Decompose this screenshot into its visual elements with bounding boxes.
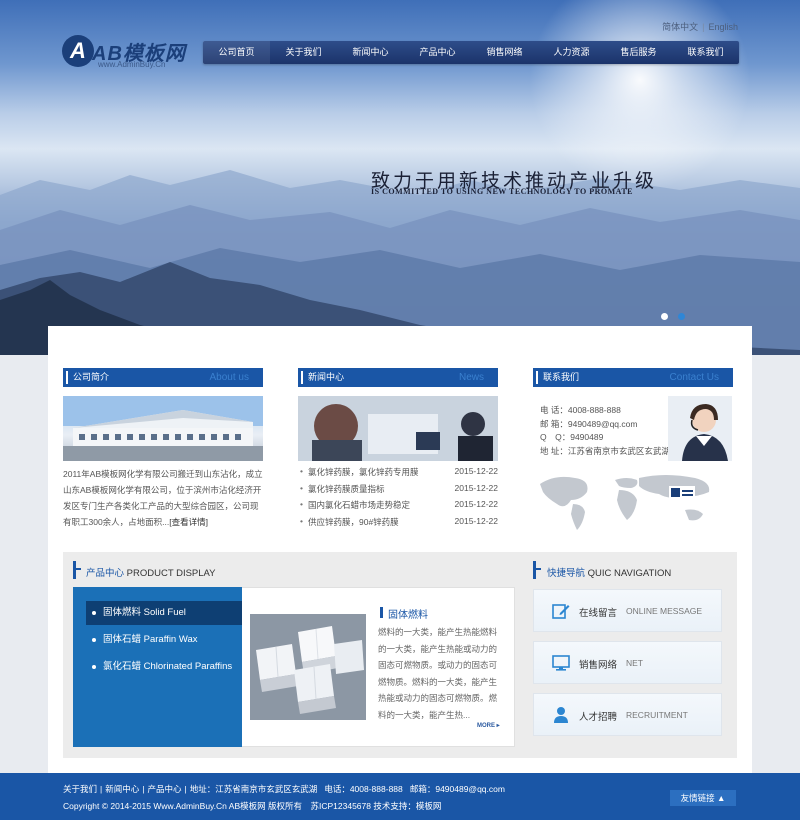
contact-info: 电 话：4008-888-888 邮 箱：9490489@qq.com Q Q：… bbox=[540, 404, 670, 458]
site-footer: 关于我们 | 新闻中心 | 产品中心 | 地址：江苏省南京市玄武区玄武湖 电话：4008-8… bbox=[0, 773, 800, 820]
footer-link-about[interactable]: 关于我们 bbox=[63, 784, 97, 794]
footer-divider: | bbox=[142, 784, 145, 794]
nav-home[interactable]: 公司首页 bbox=[203, 41, 270, 64]
product-section-title: 产品中心 PRODUCT DISPLAY bbox=[86, 565, 216, 579]
friend-links-button[interactable]: 友情链接 ▲ bbox=[670, 790, 736, 806]
news-image[interactable] bbox=[298, 396, 498, 461]
footer-email: 邮箱：9490489@qq.com bbox=[409, 784, 505, 794]
contact-phone: 电 话：4008-888-888 bbox=[540, 405, 621, 415]
news-list: 氯化锌药膜，氯化锌药专用膜 2015-12-22 氯化锌药膜质量指标 2015-12… bbox=[298, 466, 498, 532]
news-heading: 新闻中心 News bbox=[298, 368, 498, 387]
slider-dot-1[interactable] bbox=[661, 313, 668, 320]
news-item[interactable]: 氯化锌药膜质量指标 2015-12-22 bbox=[298, 483, 498, 500]
quicknav-section-marker bbox=[533, 561, 541, 579]
contact-title: 联系我们 bbox=[543, 372, 580, 382]
logo-mark-icon: A bbox=[62, 35, 94, 67]
quicknav-item-en: ONLINE MESSAGE bbox=[626, 606, 703, 616]
about-more-link[interactable]: [查看详情] bbox=[169, 517, 208, 527]
contact-address: 地 址：江苏省南京市玄武区玄武湖 bbox=[540, 445, 670, 456]
product-section-marker bbox=[73, 561, 81, 579]
news-item-title[interactable]: 氯化锌药膜，氯化锌药专用膜 bbox=[298, 466, 419, 483]
footer-phone: 电话：4008-888-888 bbox=[324, 784, 403, 794]
logo-subtitle: www.AdminBuy.Cn bbox=[98, 60, 166, 69]
about-title: 公司简介 bbox=[73, 372, 110, 382]
product-more-link[interactable]: MORE ▸ bbox=[477, 722, 500, 729]
footer-divider: | bbox=[100, 784, 103, 794]
more-arrow-icon: ▸ bbox=[496, 723, 500, 729]
nav-about[interactable]: 关于我们 bbox=[270, 41, 337, 64]
footer-link-news[interactable]: 新闻中心 bbox=[105, 784, 139, 794]
lang-english-link[interactable]: English bbox=[708, 22, 738, 32]
contact-email: 邮 箱：9490489@qq.com bbox=[540, 418, 638, 429]
quicknav-recruitment[interactable]: 人才招聘 RECRUITMENT bbox=[533, 693, 722, 736]
contact-title-en[interactable]: Contact Us bbox=[670, 368, 719, 387]
about-text: 2011年AB模板网化学有限公司搬迁到山东沾化，成立山东AB模板网化学有限公司，… bbox=[63, 469, 263, 527]
news-title-en[interactable]: News bbox=[459, 368, 484, 387]
nav-sales-network[interactable]: 销售网络 bbox=[471, 41, 538, 64]
news-item-date: 2015-12-22 bbox=[454, 482, 498, 493]
slider-dot-2[interactable] bbox=[678, 313, 685, 320]
quicknav-item-en: RECRUITMENT bbox=[626, 710, 688, 720]
about-heading: 公司简介 About us bbox=[63, 368, 263, 387]
product-title-cn: 产品中心 bbox=[86, 568, 125, 579]
edit-icon bbox=[552, 604, 570, 619]
product-image[interactable] bbox=[250, 614, 366, 720]
news-item[interactable]: 国内氯化石蜡市场走势稳定 2015-12-22 bbox=[298, 499, 498, 516]
product-feature-title[interactable]: 固体燃料 bbox=[380, 606, 428, 621]
news-item-date: 2015-12-22 bbox=[454, 466, 498, 476]
contact-heading: 联系我们 Contact Us bbox=[533, 368, 733, 387]
about-paragraph: 2011年AB模板网化学有限公司搬迁到山东沾化，成立山东AB模板网化学有限公司，… bbox=[63, 466, 265, 530]
product-category-chlorinated-paraffins[interactable]: 氯化石蜡 Chlorinated Paraffins bbox=[86, 655, 242, 679]
quicknav-title-cn: 快捷导航 bbox=[547, 568, 586, 579]
product-category-paraffin-wax[interactable]: 固体石蜡 Paraffin Wax bbox=[86, 628, 242, 652]
monitor-icon bbox=[552, 655, 570, 671]
quicknav-section-title: 快捷导航 QUIC NAVIGATION bbox=[547, 565, 671, 579]
nav-products[interactable]: 产品中心 bbox=[404, 41, 471, 64]
main-navigation: 公司首页 关于我们 新闻中心 产品中心 销售网络 人力资源 售后服务 联系我们 bbox=[203, 41, 739, 64]
world-map-image bbox=[540, 475, 710, 530]
about-title-en[interactable]: About us bbox=[210, 368, 249, 387]
lang-divider: | bbox=[702, 22, 705, 32]
nav-service[interactable]: 售后服务 bbox=[605, 41, 672, 64]
factory-image[interactable] bbox=[63, 396, 263, 461]
footer-copyright: Copyright © 2014-2015 Www.AdminBuy.Cn AB… bbox=[63, 801, 442, 811]
quicknav-item-cn: 人才招聘 bbox=[579, 712, 618, 723]
lang-chinese-link[interactable]: 简体中文 bbox=[662, 22, 698, 32]
news-item[interactable]: 供应锌药膜，90#锌药膜 2015-12-22 bbox=[298, 516, 498, 533]
news-item-title[interactable]: 供应锌药膜，90#锌药膜 bbox=[298, 516, 399, 533]
news-title: 新闻中心 bbox=[308, 372, 345, 382]
language-switcher: 简体中文 | English bbox=[662, 20, 738, 33]
footer-divider: | bbox=[184, 784, 187, 794]
news-item[interactable]: 氯化锌药膜，氯化锌药专用膜 2015-12-22 bbox=[298, 466, 498, 483]
product-title-en: PRODUCT DISPLAY bbox=[126, 568, 216, 579]
person-icon bbox=[554, 707, 568, 723]
footer-address: 地址：江苏省南京市玄武区玄武湖 bbox=[189, 784, 318, 794]
footer-link-products[interactable]: 产品中心 bbox=[147, 784, 181, 794]
product-category-solid-fuel[interactable]: 固体燃料 Solid Fuel bbox=[86, 601, 242, 625]
product-feature-description: 燃料的一大类，能产生热能燃料的一大类，能产生热能或动力的固态可燃物质。或动力的固… bbox=[378, 627, 498, 720]
news-item-date: 2015-12-22 bbox=[454, 499, 498, 509]
quicknav-sales-network[interactable]: 销售网络 NET bbox=[533, 641, 722, 684]
hero-banner: A AB模板网 www.AdminBuy.Cn 简体中文 | English 公司首… bbox=[0, 0, 800, 355]
quicknav-online-message[interactable]: 在线留言 ONLINE MESSAGE bbox=[533, 589, 722, 632]
footer-links-row: 关于我们 | 新闻中心 | 产品中心 | 地址：江苏省南京市玄武区玄武湖 电话：4008-8… bbox=[63, 783, 505, 795]
site-logo[interactable]: A AB模板网 www.AdminBuy.Cn bbox=[62, 35, 202, 75]
contact-qq: Q Q：9490489 bbox=[540, 432, 604, 442]
news-item-title[interactable]: 氯化锌药膜质量指标 bbox=[298, 483, 385, 500]
product-category-menu: 固体燃料 Solid Fuel 固体石蜡 Paraffin Wax 氯化石蜡 C… bbox=[73, 587, 242, 747]
nav-news[interactable]: 新闻中心 bbox=[337, 41, 404, 64]
nav-contact[interactable]: 联系我们 bbox=[672, 41, 739, 64]
quicknav-item-en: NET bbox=[626, 658, 643, 668]
quicknav-title-en: QUIC NAVIGATION bbox=[587, 568, 672, 579]
support-agent-image bbox=[668, 396, 732, 461]
news-item-date: 2015-12-22 bbox=[454, 515, 498, 526]
hero-slogan-en: IS COMMITTED TO USING NEW TECHNOLOGY TO … bbox=[371, 187, 633, 196]
quicknav-item-cn: 销售网络 bbox=[579, 660, 618, 671]
nav-hr[interactable]: 人力资源 bbox=[538, 41, 605, 64]
quicknav-item-cn: 在线留言 bbox=[579, 608, 618, 619]
news-item-title[interactable]: 国内氯化石蜡市场走势稳定 bbox=[298, 499, 410, 516]
product-more-label: MORE bbox=[477, 723, 495, 729]
